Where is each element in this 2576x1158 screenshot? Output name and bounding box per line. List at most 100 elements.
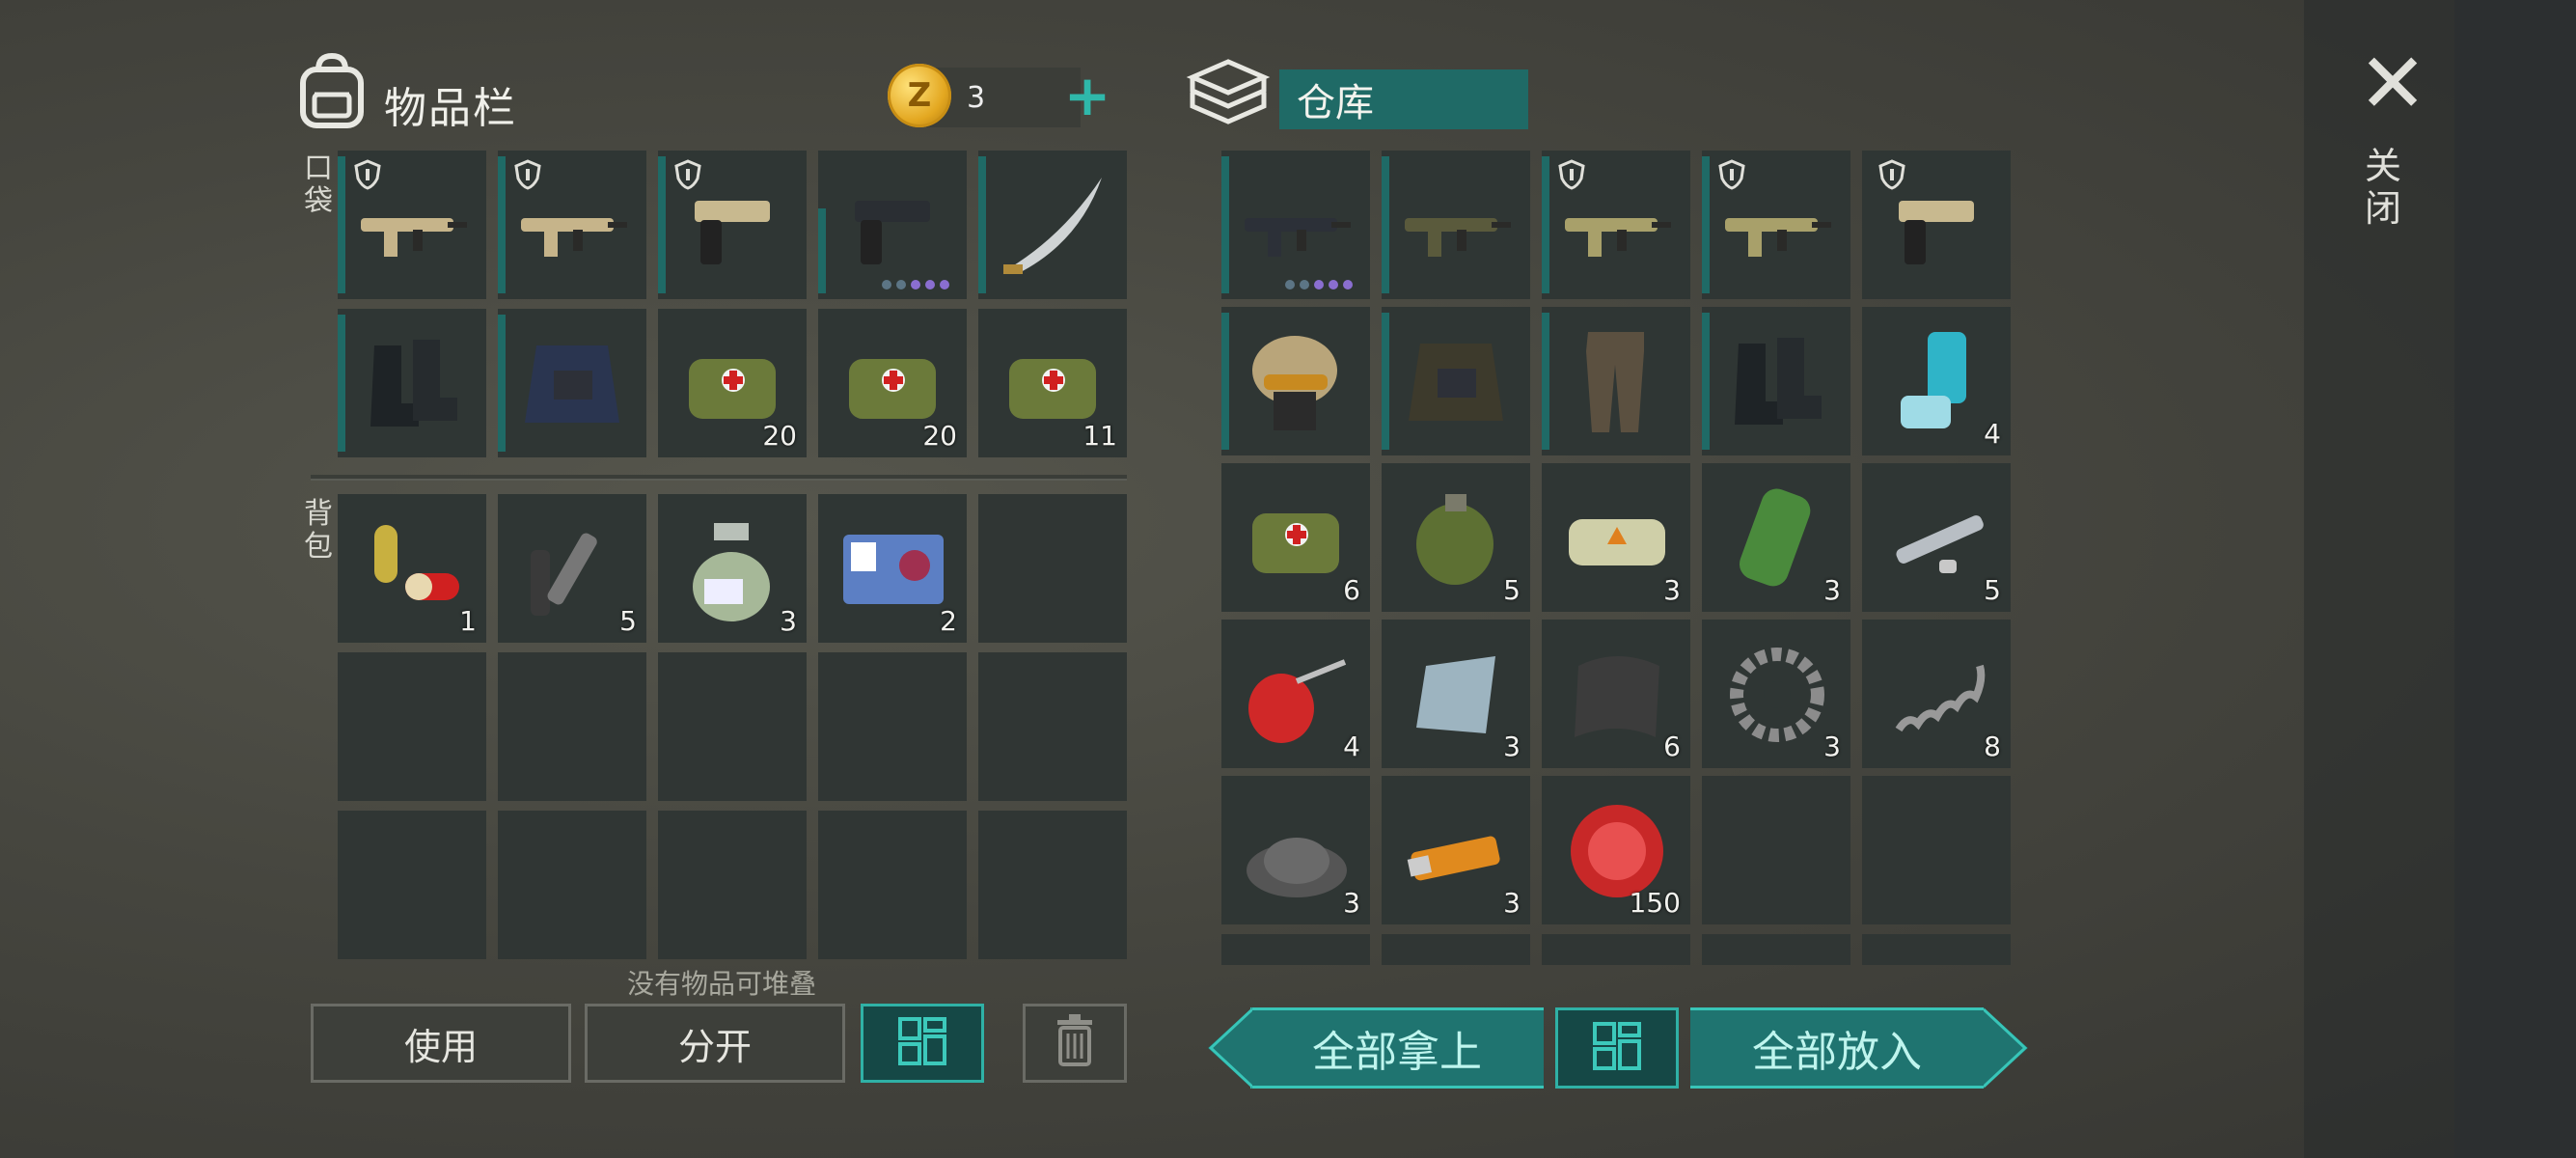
plus-icon[interactable]: + [1063,68,1111,124]
screen-edge-strip [2454,0,2576,1158]
empty-slot[interactable] [978,652,1127,801]
split-button[interactable]: 分开 [585,1004,845,1083]
item-slot-tactical-vest[interactable] [498,309,646,457]
carbon-fiber-icon [1559,637,1673,751]
item-slot-metal-plate[interactable]: 3 [1382,620,1530,768]
item-slot-tactical-helmet[interactable] [1221,307,1370,455]
empty-slot[interactable] [1862,776,2011,924]
metal-pipe-icon [515,511,629,625]
item-slot-desert-pistol[interactable] [1862,151,2011,299]
item-slot-metal-pipe[interactable]: 5 [498,494,646,643]
item-slot-gun-parts[interactable]: 5 [1862,463,2011,612]
item-slot-tan-assault-rifle[interactable] [498,151,646,299]
item-slot-grenade-launcher-rifle[interactable] [1382,151,1530,299]
empty-slot[interactable] [978,494,1127,643]
take-all-label: 全部拿上 [1312,1028,1482,1077]
item-count: 3 [1503,731,1521,762]
shield-icon [513,158,542,191]
item-slot-katana[interactable] [978,151,1127,299]
item-slot-gear[interactable]: 3 [1702,620,1850,768]
empty-slot[interactable] [658,811,807,959]
tactical-jacket-icon [1399,324,1513,438]
empty-slot[interactable] [818,811,967,959]
item-count: 8 [1984,731,2001,762]
empty-slot[interactable] [658,652,807,801]
item-slot-toxic-canister[interactable]: 3 [1702,463,1850,612]
item-slot-bottle-cap[interactable]: 150 [1542,776,1690,924]
item-slot-tan-sniper-rifle[interactable] [1542,151,1690,299]
storage-title: 仓库 [1279,69,1528,129]
durability-bar [498,156,506,293]
item-slot-spring[interactable]: 8 [1862,620,2011,768]
backpack-icon [293,50,370,129]
item-slot-medkit-bag[interactable]: 20 [818,309,967,457]
empty-slot[interactable] [818,652,967,801]
trash-button[interactable] [1023,1004,1127,1083]
item-slot-tactical-jacket[interactable] [1382,307,1530,455]
empty-slot[interactable] [498,652,646,801]
durability-bar [338,315,345,452]
item-count: 3 [1503,887,1521,919]
item-slot-black-pistol[interactable] [818,151,967,299]
inhaler-icon [1879,324,1993,438]
item-slot-chemical-bottle[interactable]: 3 [658,494,807,643]
item-count: 20 [762,420,797,452]
item-count: 3 [1823,731,1841,762]
item-slot-carbon-fiber[interactable]: 6 [1542,620,1690,768]
item-count: 20 [922,420,957,452]
pocket-label: 口袋 [304,152,333,218]
gear-icon [1719,637,1833,751]
empty-slot[interactable] [1702,776,1850,924]
currency-count: 3 [967,81,986,115]
spring-icon [1879,637,1993,751]
durability-bar [338,156,345,293]
item-count: 3 [1663,574,1681,606]
item-slot-inhaler[interactable]: 4 [1862,307,2011,455]
put-all-button[interactable]: 全部放入 [1690,1007,1984,1089]
durability-bar [1382,313,1389,450]
item-slot-leather-boots[interactable] [1702,307,1850,455]
item-slot-assault-rifle[interactable] [1221,151,1370,299]
inventory-sort-button[interactable] [861,1004,984,1083]
item-count: 3 [1343,887,1360,919]
item-slot-desert-pistol[interactable] [658,151,807,299]
empty-slot[interactable] [338,652,486,801]
use-button[interactable]: 使用 [311,1004,571,1083]
assault-rifle-icon [1239,168,1353,282]
durability-bar [1382,156,1389,293]
item-slot-camo-pants[interactable] [1542,307,1690,455]
item-slot-medkit-bag[interactable]: 11 [978,309,1127,457]
item-slot-capsule-pill[interactable]: 1 [338,494,486,643]
oil-can-icon [1239,637,1353,751]
item-slot-tan-sniper-rifle[interactable] [1702,151,1850,299]
empty-slot[interactable] [338,811,486,959]
item-slot-medkit-bag[interactable]: 20 [658,309,807,457]
item-slot-medkit-bag[interactable]: 6 [1221,463,1370,612]
durability-bar [1702,313,1710,450]
close-icon[interactable]: ✕ [2358,42,2427,125]
combat-boots-icon [355,326,469,440]
item-slot-oil-can[interactable]: 4 [1221,620,1370,768]
item-slot-biohazard-keycard[interactable]: 2 [818,494,967,643]
trash-icon [1054,1012,1096,1075]
durability-bar [1221,313,1229,450]
storage-sort-button[interactable] [1555,1007,1679,1089]
put-all-arrow[interactable] [1982,1007,2028,1089]
durability-bar [658,156,666,293]
item-slot-explosive-brick[interactable]: 3 [1542,463,1690,612]
chemical-bottle-icon [675,511,789,625]
item-slot-tan-assault-rifle[interactable] [338,151,486,299]
take-all-arrow[interactable] [1208,1007,1254,1089]
item-slot-gravel[interactable]: 3 [1221,776,1370,924]
item-count: 3 [1823,574,1841,606]
close-label[interactable]: 关闭 [2362,145,2404,230]
take-all-button[interactable]: 全部拿上 [1250,1007,1544,1089]
item-slot-hand-grenade[interactable]: 5 [1382,463,1530,612]
item-count: 5 [1984,574,2001,606]
item-count: 4 [1343,731,1360,762]
item-slot-combat-boots[interactable] [338,309,486,457]
storage-boxes-icon [1185,54,1272,131]
empty-slot[interactable] [978,811,1127,959]
item-slot-usb-drive[interactable]: 3 [1382,776,1530,924]
empty-slot[interactable] [498,811,646,959]
